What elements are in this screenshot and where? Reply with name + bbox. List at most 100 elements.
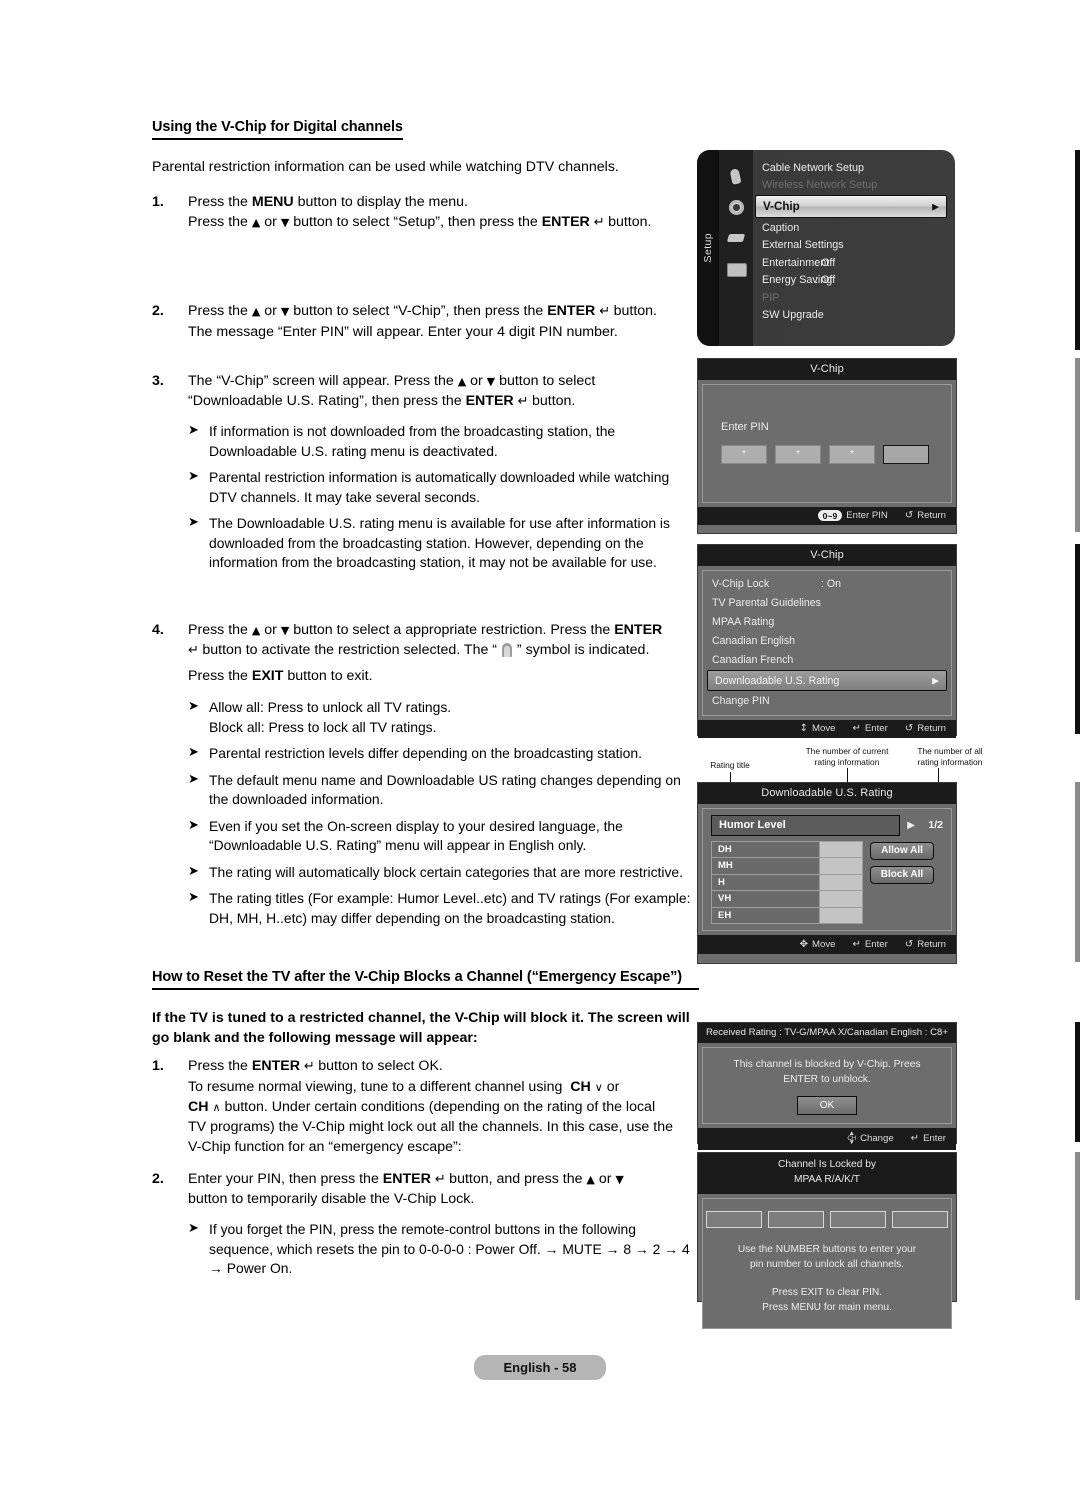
setup-item-sw-upgrade[interactable]: SW Upgrade bbox=[753, 307, 955, 325]
locked-instruction-2: Press EXIT to clear PIN. Press MENU for m… bbox=[762, 1287, 892, 1314]
bullet-text: The rating titles (For example: Humor Le… bbox=[209, 890, 691, 926]
footer-move-label: Move bbox=[812, 938, 836, 950]
pin-digit-3[interactable] bbox=[830, 1210, 886, 1228]
step-3-body: The “V-Chip” screen will appear. Press t… bbox=[188, 372, 596, 409]
block-all-button[interactable]: Block All bbox=[870, 865, 934, 884]
rating-title-field[interactable]: Humor Level bbox=[711, 814, 901, 836]
rating-lock-cell[interactable] bbox=[819, 858, 862, 874]
footer-return-label: Return bbox=[917, 938, 946, 950]
chevron-right-icon[interactable]: ▶ bbox=[900, 820, 921, 831]
pin-digit-2[interactable] bbox=[768, 1210, 824, 1228]
bullet-item: ➤ The rating titles (For example: Humor … bbox=[152, 889, 697, 928]
rating-lock-cell[interactable] bbox=[819, 907, 862, 923]
tv-icon[interactable] bbox=[726, 261, 747, 278]
setup-item-v-chip[interactable]: V-Chip ▶ bbox=[755, 195, 947, 218]
page-title: Using the V-Chip for Digital channels bbox=[152, 119, 403, 140]
vchip-item-canadian-french[interactable]: Canadian French bbox=[703, 651, 951, 670]
hand-icon[interactable] bbox=[726, 168, 747, 185]
pin-digit-3[interactable]: * bbox=[829, 444, 875, 464]
page-edge-mark bbox=[1075, 544, 1080, 734]
setup-item-caption[interactable]: Caption bbox=[753, 219, 955, 237]
vchip-item-mpaa-rating[interactable]: MPAA Rating bbox=[703, 613, 951, 632]
table-row[interactable]: MH bbox=[712, 858, 862, 875]
pin-input-group: * * * bbox=[703, 433, 951, 464]
bullet-text: Allow all: Press to unlock all TV rating… bbox=[209, 699, 452, 735]
pin-digit-2[interactable]: * bbox=[775, 444, 821, 464]
table-row[interactable]: DH bbox=[712, 841, 862, 858]
step-1-body: Press the MENU button to display the men… bbox=[188, 193, 652, 230]
footer-move: ✥ Move bbox=[800, 939, 836, 950]
return-icon: ↺ bbox=[904, 510, 914, 521]
page-subtitle: How to Reset the TV after the V-Chip Blo… bbox=[152, 969, 699, 991]
page-edge-mark bbox=[1075, 782, 1080, 962]
page-edge-mark bbox=[1075, 1022, 1080, 1142]
rating-lock-cell[interactable] bbox=[819, 874, 862, 890]
bullet-marker: ➤ bbox=[188, 771, 199, 787]
vchip-item-label: V-Chip Lock bbox=[712, 578, 770, 590]
rating-code: H bbox=[712, 874, 819, 890]
setup-menu-list: Cable Network Setup Wireless Network Set… bbox=[753, 150, 955, 346]
rating-lock-cell[interactable] bbox=[819, 891, 862, 907]
bullet-marker: ➤ bbox=[188, 745, 199, 761]
bullet-item: ➤ Allow all: Press to unlock all TV rati… bbox=[152, 698, 697, 737]
footer-move: ↕ Move bbox=[800, 723, 836, 734]
locked-screen-body: Use the NUMBER buttons to enter your pin … bbox=[702, 1197, 952, 1329]
footer-enter: ↵ Enter bbox=[852, 723, 887, 734]
setup-item-label: Caption bbox=[762, 221, 800, 234]
downloadable-screen-footer: ✥ Move ↵ Enter ↺ Return bbox=[698, 935, 956, 954]
gear-icon[interactable] bbox=[726, 199, 747, 216]
table-row[interactable]: VH bbox=[712, 891, 862, 908]
rating-lock-cell[interactable] bbox=[819, 841, 862, 857]
rating-page-count: 1/2 bbox=[928, 819, 943, 831]
vchip-item-v-chip-lock[interactable]: V-Chip Lock : On bbox=[703, 575, 951, 594]
callout-all-count: The number of all rating information bbox=[917, 746, 983, 767]
pin-digit-4[interactable] bbox=[883, 444, 929, 464]
step-3: 3. The “V-Chip” screen will appear. Pres… bbox=[152, 371, 697, 412]
table-row[interactable]: EH bbox=[712, 907, 862, 923]
vchip-item-change-pin[interactable]: Change PIN bbox=[703, 692, 951, 711]
bullet-marker: ➤ bbox=[188, 423, 199, 439]
step-1-number: 1. bbox=[152, 193, 164, 210]
rating-code: MH bbox=[712, 858, 819, 874]
return-icon: ↺ bbox=[904, 723, 914, 734]
ok-button[interactable]: OK bbox=[797, 1096, 857, 1116]
vchip-menu-screenshot: V-Chip V-Chip Lock : On TV Parental Guid… bbox=[697, 544, 957, 738]
chevron-right-icon: ▶ bbox=[932, 201, 939, 211]
table-row[interactable]: H bbox=[712, 874, 862, 891]
pin-digit-1[interactable] bbox=[706, 1210, 762, 1228]
vchip-item-downloadable-us-rating[interactable]: Downloadable U.S. Rating ▶ bbox=[707, 670, 947, 691]
setup-tab-label: Setup bbox=[702, 233, 714, 263]
footer-enter-label: Enter bbox=[923, 1133, 946, 1145]
step2-2: 2. Enter your PIN, then press the ENTER … bbox=[152, 1169, 697, 1210]
setup-item-cable-network-setup[interactable]: Cable Network Setup bbox=[753, 159, 955, 177]
number-keys-badge: 0~9 bbox=[817, 510, 843, 521]
vchip-item-label: MPAA Rating bbox=[712, 616, 775, 628]
vchip-screen-title: V-Chip bbox=[698, 545, 956, 566]
vchip-item-canadian-english[interactable]: Canadian English bbox=[703, 632, 951, 651]
step-4-exit-line: Press the EXIT button to exit. bbox=[188, 668, 373, 685]
setup-item-label: External Settings bbox=[762, 239, 844, 252]
bullet-text: The rating will automatically block cert… bbox=[209, 863, 684, 880]
enter-icon: ↵ bbox=[852, 723, 861, 734]
step2-2-number: 2. bbox=[152, 1170, 164, 1187]
setup-tab[interactable]: Setup bbox=[697, 150, 719, 346]
rating-code: EH bbox=[712, 907, 819, 923]
manual-page: Using the V-Chip for Digital channels Pa… bbox=[0, 0, 1080, 1488]
setup-item-entertainment[interactable]: Entertainment : Off bbox=[753, 254, 955, 272]
vchip-item-label: Canadian French bbox=[712, 654, 794, 666]
pin-screen-body: Enter PIN * * * bbox=[702, 383, 952, 503]
pin-digit-1[interactable]: * bbox=[721, 444, 767, 464]
setup-item-external-settings[interactable]: External Settings bbox=[753, 237, 955, 255]
figure-callouts: Rating title The number of current rating… bbox=[697, 742, 997, 810]
allow-all-button[interactable]: Allow All bbox=[870, 841, 934, 860]
setup-item-label: SW Upgrade bbox=[762, 309, 824, 322]
vchip-item-tv-parental-guidelines[interactable]: TV Parental Guidelines bbox=[703, 594, 951, 613]
page-number-badge: English - 58 bbox=[473, 1355, 607, 1380]
setup-item-pip: PIP bbox=[753, 289, 955, 307]
blocked-screen-footer: ▲ CH ▼ Change ↵ Enter bbox=[698, 1128, 956, 1150]
setup-item-value: : Off bbox=[815, 256, 836, 269]
footer-return: ↺ Return bbox=[905, 939, 946, 950]
plug-icon[interactable] bbox=[726, 230, 747, 247]
pin-digit-4[interactable] bbox=[892, 1210, 948, 1228]
setup-item-energy-saving[interactable]: Energy Saving : Off bbox=[753, 272, 955, 290]
